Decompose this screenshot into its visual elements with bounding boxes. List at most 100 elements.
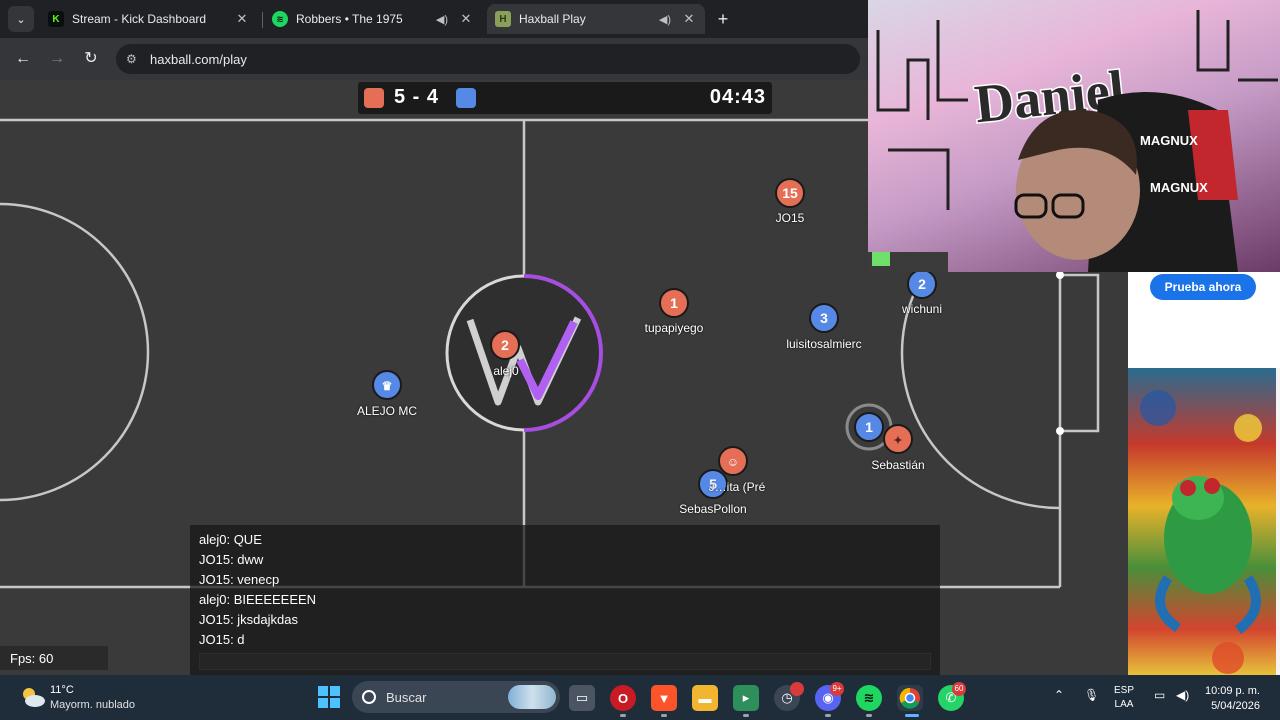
tune-icon[interactable]: ⚙: [126, 52, 140, 66]
chat-input[interactable]: [199, 653, 931, 670]
match-timer: 04:43: [709, 86, 766, 108]
player-name: ALEJO MC: [356, 404, 418, 418]
spotify-icon: ≋: [272, 11, 288, 27]
address-bar[interactable]: ⚙ haxball.com/play: [116, 44, 860, 74]
spotify-icon[interactable]: ≋: [856, 685, 882, 711]
whatsapp-badge: 60: [952, 682, 966, 696]
tab-robbers-spotify[interactable]: ≋ Robbers • The 1975 ◀︎) ✕: [264, 4, 482, 34]
running-indicator: [661, 714, 667, 717]
opera-icon[interactable]: O: [610, 685, 636, 711]
chat-panel: alej0: QUE JO15: dww JO15: venecp alej0:…: [190, 525, 940, 675]
reload-icon: ↻: [84, 50, 98, 67]
crown-icon: ♛: [382, 379, 393, 393]
speaker-icon[interactable]: ◀︎): [659, 13, 671, 26]
windows-taskbar: 11°C Mayorm. nublado Buscar ▭ O ▼ ▬ ▸ ◷ …: [0, 675, 1280, 720]
chevron-up-icon[interactable]: ⌃: [1054, 688, 1064, 702]
score: 5 - 4: [394, 86, 440, 108]
fps-counter: Fps: 60: [0, 646, 108, 670]
chat-message: alej0: QUE: [199, 532, 262, 547]
lang-line1: ESP: [1114, 685, 1135, 696]
taskbar-clock[interactable]: 10:09 p. m. 5/04/2026: [1204, 684, 1260, 714]
running-indicator: [743, 714, 749, 717]
speaker-icon[interactable]: ◀︎): [436, 13, 448, 26]
chat-message: JO15: jksdajkdas: [199, 612, 298, 627]
haxball-icon: H: [495, 11, 511, 27]
close-icon[interactable]: ✕: [681, 11, 697, 27]
browser-tabstrip: ⌄ K Stream - Kick Dashboard ✕ ≋ Robbers …: [0, 0, 868, 38]
network-icon[interactable]: ▭: [1154, 688, 1165, 702]
running-indicator: [825, 714, 831, 717]
tab-title: Haxball Play: [519, 12, 586, 26]
red-team-indicator: [364, 88, 384, 108]
ad-panel: Prueba ahora: [1128, 272, 1280, 368]
forward-button[interactable]: →: [46, 48, 68, 70]
taskbar-search[interactable]: Buscar: [352, 681, 560, 713]
kick-icon: K: [48, 11, 64, 27]
player-number: 2: [501, 337, 509, 353]
blue-team-indicator: [456, 88, 476, 108]
cloudy-weather-icon[interactable]: [20, 685, 46, 709]
chat-message: JO15: dww: [199, 552, 264, 567]
clock-time: 10:09 p. m.: [1204, 685, 1260, 697]
file-explorer-icon[interactable]: ▬: [692, 685, 718, 711]
goal-post-top: [1056, 271, 1064, 279]
discord-badge: 9+: [830, 682, 844, 696]
try-now-button[interactable]: Prueba ahora: [1150, 274, 1256, 300]
chat-message: alej0: BIEEEEEEEN: [199, 592, 317, 607]
notification-badge: [790, 682, 804, 696]
tab-divider: [262, 12, 263, 28]
chrome-logo: [899, 687, 920, 709]
player-name: tupapiyego: [644, 321, 704, 335]
new-tab-button[interactable]: +: [712, 8, 734, 30]
app-icon[interactable]: ▸: [733, 685, 759, 711]
player-name: alej0: [493, 364, 519, 378]
chevron-down-icon: ⌄: [16, 13, 26, 26]
reload-button[interactable]: ↻: [80, 48, 102, 70]
lang-line2: LAA: [1114, 699, 1134, 710]
player-number: 3: [820, 310, 828, 326]
active-indicator: [905, 714, 919, 717]
close-icon[interactable]: ✕: [234, 11, 250, 27]
url-text: haxball.com/play: [150, 51, 247, 67]
tab-kick-dashboard[interactable]: K Stream - Kick Dashboard ✕: [40, 4, 258, 34]
weather-description[interactable]: Mayorm. nublado: [50, 699, 135, 711]
player-name: JO15: [775, 211, 805, 225]
chat-message: JO15: d: [199, 632, 245, 647]
player-number: 1: [865, 419, 873, 435]
player-name: luisitosalmierc: [786, 337, 862, 351]
player-name: Sebastián: [871, 458, 925, 472]
right-goal-net: [1060, 273, 1100, 433]
windows-start-icon[interactable]: [318, 686, 340, 708]
player-number: 1: [670, 295, 678, 311]
volume-icon[interactable]: ◀︎): [1176, 688, 1189, 702]
arrow-right-icon: →: [49, 50, 65, 67]
plus-icon: +: [717, 9, 729, 29]
search-placeholder: Buscar: [386, 689, 427, 705]
microphone-icon[interactable]: 🎙: [1084, 688, 1099, 702]
scoreboard: 5 - 4 04:43: [358, 82, 772, 114]
left-arc: [0, 202, 150, 502]
webcam-overlay: Daniel MAGNUX MAGNUX: [868, 0, 1280, 272]
back-button[interactable]: ←: [12, 48, 34, 70]
chrome-icon[interactable]: [897, 685, 923, 711]
task-view-icon[interactable]: ▭: [569, 685, 595, 711]
arrow-left-icon: ←: [15, 50, 31, 67]
chat-message: JO15: venecp: [199, 572, 280, 587]
search-highlight-image: [508, 685, 556, 709]
emoji-icon: ✦: [893, 435, 902, 447]
tab-search-button[interactable]: ⌄: [8, 6, 34, 32]
chair-brand: MAGNUX: [1140, 133, 1198, 148]
brave-icon[interactable]: ▼: [651, 685, 677, 711]
close-icon[interactable]: ✕: [458, 11, 474, 27]
player-number: 2: [918, 276, 926, 292]
weather-temperature[interactable]: 11°C: [50, 684, 74, 696]
emoji-icon: ☺: [727, 455, 739, 469]
goal-post-bottom: [1056, 427, 1064, 435]
tab-haxball-play[interactable]: H Haxball Play ◀︎) ✕: [487, 4, 705, 34]
edge-filler: [1276, 368, 1280, 675]
input-language[interactable]: ESP LAA: [1114, 684, 1134, 712]
browser-toolbar: ← → ↻ ⚙ haxball.com/play: [0, 38, 868, 80]
tab-title: Robbers • The 1975: [296, 12, 403, 26]
frog-artwork: [1128, 368, 1276, 675]
tab-title: Stream - Kick Dashboard: [72, 12, 207, 26]
